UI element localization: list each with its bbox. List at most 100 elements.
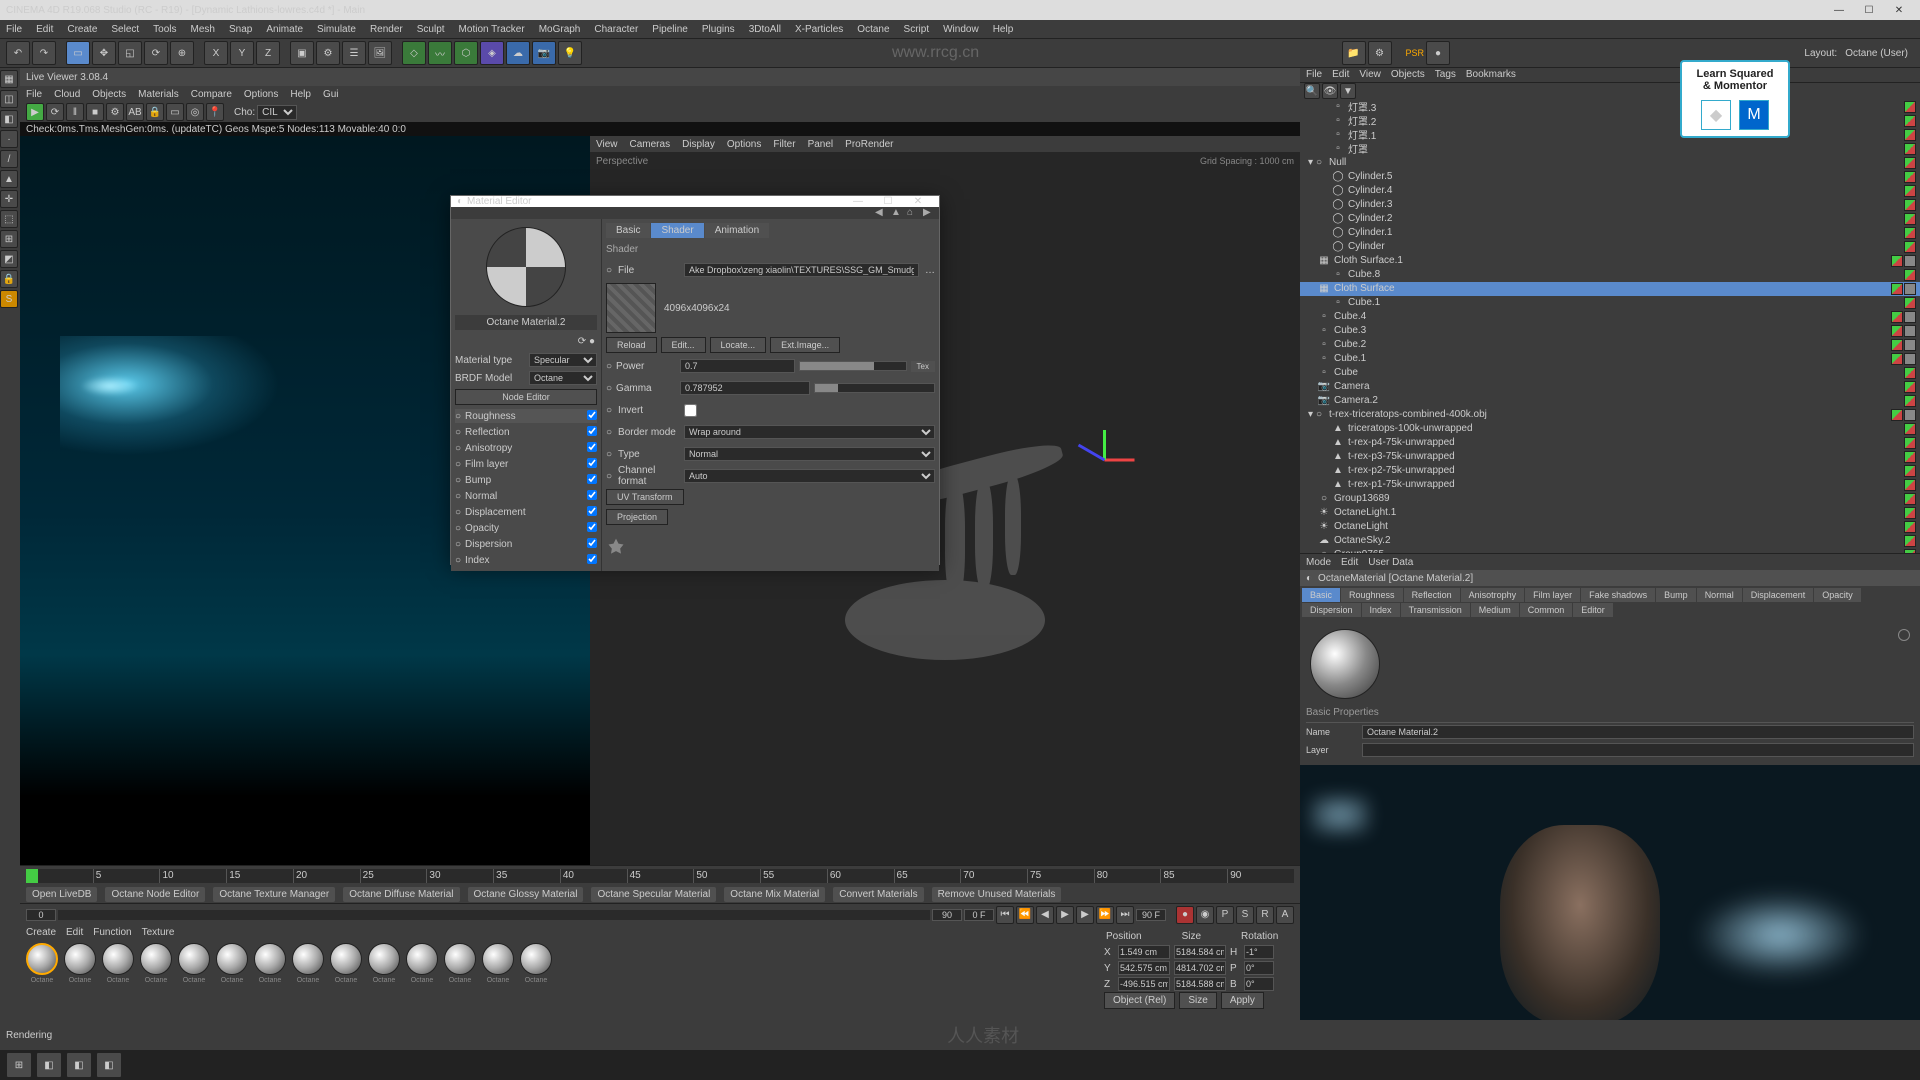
goto-end-button[interactable]: ⏭ [1116,906,1134,924]
attr-tab-film layer[interactable]: Film layer [1525,588,1580,602]
generator-tool[interactable]: ⬡ [454,41,478,65]
attr-tab-reflection[interactable]: Reflection [1404,588,1460,602]
om-search-button[interactable]: 🔍 [1304,83,1320,99]
menu-octane[interactable]: Octane [857,24,889,35]
menu-plugins[interactable]: Plugins [702,24,735,35]
lv-refresh-button[interactable]: ⟳ [46,103,64,121]
attr-tab-normal[interactable]: Normal [1697,588,1742,602]
menu-display[interactable]: Display [682,139,715,150]
mat-tool-octane-diffuse-material[interactable]: Octane Diffuse Material [343,887,459,902]
attr-tab-dispersion[interactable]: Dispersion [1302,603,1361,617]
timeline-cursor[interactable] [26,869,38,883]
coord-obj-dropdown[interactable]: Object (Rel) [1104,992,1175,1009]
recent-tool[interactable]: ⊕ [170,41,194,65]
menu-function[interactable]: Function [93,927,131,938]
coord-y-size[interactable] [1174,961,1226,975]
lv-play-button[interactable]: ▶ [26,103,44,121]
dialog-refresh-icon[interactable]: ⟳ ● [578,336,595,347]
coord-z-rot[interactable] [1244,977,1274,991]
menu-compare[interactable]: Compare [191,89,232,100]
brdf-dropdown[interactable]: Octane [529,371,597,385]
coord-z-pos[interactable] [1118,977,1170,991]
object-row[interactable]: ▲t-rex-p2-75k-unwrapped [1300,464,1920,478]
dialog-up-button[interactable]: ▲ [891,207,903,219]
menu-select[interactable]: Select [111,24,139,35]
menu-cameras[interactable]: Cameras [630,139,671,150]
attr-tab-transmission[interactable]: Transmission [1401,603,1470,617]
content-browser-button[interactable]: 📁 [1342,41,1366,65]
channel-normal[interactable]: ○Normal [455,489,597,503]
object-row[interactable]: ☀OctaneLight [1300,520,1920,534]
dialog-back-button[interactable]: ◀ [875,207,887,219]
menu-file[interactable]: File [6,24,22,35]
goto-start-button[interactable]: ⏮ [996,906,1014,924]
lock-button[interactable]: 🔒 [0,270,18,288]
menu-materials[interactable]: Materials [138,89,179,100]
task-item[interactable]: ◧ [66,1052,92,1078]
menu-animate[interactable]: Animate [266,24,303,35]
object-row[interactable]: ▾○Null [1300,156,1920,170]
minimize-button[interactable]: — [1824,5,1854,16]
object-row[interactable]: ▲triceratops-100k-unwrapped [1300,422,1920,436]
material-ball[interactable]: Octane [518,943,554,989]
scale-tool[interactable]: ◱ [118,41,142,65]
material-ball[interactable]: Octane [214,943,250,989]
object-row[interactable]: ▲t-rex-p3-75k-unwrapped [1300,450,1920,464]
object-row[interactable]: ▫灯罩.3 [1300,100,1920,114]
menu-character[interactable]: Character [594,24,638,35]
task-item[interactable]: ◧ [96,1052,122,1078]
dialog-titlebar[interactable]: ◐ Material Editor — ☐ ✕ [451,196,939,207]
model-mode[interactable]: ▦ [0,70,18,88]
render-queue-button[interactable]: ☰ [342,41,366,65]
menu-x-particles[interactable]: X-Particles [795,24,843,35]
material-ball[interactable]: Octane [24,943,60,989]
attribute-material-preview[interactable] [1310,629,1380,699]
tweak-mode[interactable]: ⬚ [0,210,18,228]
attr-tab-anisotrophy[interactable]: Anisotrophy [1461,588,1525,602]
coord-y-rot[interactable] [1244,961,1274,975]
shader-edit-button[interactable]: Edit... [661,337,706,353]
light-tool[interactable]: 💡 [558,41,582,65]
maximize-button[interactable]: ☐ [1854,5,1884,16]
key-pos-button[interactable]: P [1216,906,1234,924]
object-row[interactable]: ▫Cube.1 [1300,296,1920,310]
z-axis-lock[interactable]: Z [256,41,280,65]
object-row[interactable]: ◯Cylinder.3 [1300,198,1920,212]
select-tool[interactable]: ▭ [66,41,90,65]
coord-x-rot[interactable] [1244,945,1274,959]
material-ball[interactable]: Octane [328,943,364,989]
material-ball[interactable]: Octane [404,943,440,989]
dlg-tab-animation[interactable]: Animation [705,223,769,238]
timeline[interactable]: 051015202530354045505560657075808590 [20,865,1300,885]
menu-pipeline[interactable]: Pipeline [652,24,688,35]
object-row[interactable]: ◯Cylinder.1 [1300,226,1920,240]
file-field[interactable] [684,263,919,277]
menu-simulate[interactable]: Simulate [317,24,356,35]
redo-button[interactable]: ↷ [32,41,56,65]
windows-taskbar[interactable]: ⊞ ◧ ◧ ◧ [0,1050,1920,1080]
object-row[interactable]: 📷Camera.2 [1300,394,1920,408]
menu-texture[interactable]: Texture [142,927,175,938]
frame-start-field[interactable] [26,909,56,921]
object-row[interactable]: ▫Cube.4 [1300,310,1920,324]
material-ball[interactable]: Octane [366,943,402,989]
menu-bookmarks[interactable]: Bookmarks [1466,69,1516,80]
object-tree[interactable]: ▫灯罩.3▫灯罩.2▫灯罩.1▫灯罩▾○Null◯Cylinder.5◯Cyli… [1300,100,1920,554]
power-slider[interactable] [799,361,906,371]
object-row[interactable]: ◯Cylinder.4 [1300,184,1920,198]
environment-tool[interactable]: ☁ [506,41,530,65]
lv-lock-button[interactable]: 🔒 [146,103,164,121]
menu-tools[interactable]: Tools [153,24,176,35]
object-row[interactable]: ▦Cloth Surface [1300,282,1920,296]
object-row[interactable]: ▲t-rex-p1-75k-unwrapped [1300,478,1920,492]
attr-tab-basic[interactable]: Basic [1302,588,1340,602]
menu-render[interactable]: Render [370,24,403,35]
menu-options[interactable]: Options [727,139,761,150]
attr-tab-displacement[interactable]: Displacement [1743,588,1814,602]
edge-mode[interactable]: / [0,150,18,168]
menu-script[interactable]: Script [904,24,930,35]
material-ball[interactable]: Octane [442,943,478,989]
lv-settings-button[interactable]: ⚙ [106,103,124,121]
object-row[interactable]: ▫Cube.3 [1300,324,1920,338]
projection-button[interactable]: Projection [606,509,668,525]
